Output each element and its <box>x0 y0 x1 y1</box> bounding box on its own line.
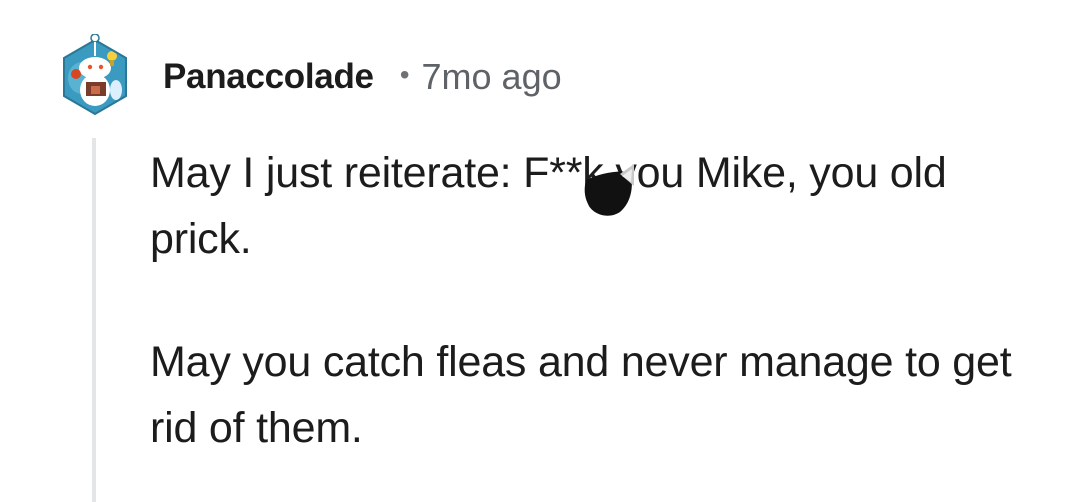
comment-paragraph: May you catch fleas and never manage to … <box>150 338 1012 452</box>
separator-dot: • <box>399 59 410 90</box>
username[interactable]: Panaccolade <box>163 57 374 97</box>
thread-line[interactable] <box>92 138 96 502</box>
comment: Panaccolade • 7mo ago May I just reitera… <box>0 0 1079 502</box>
comment-meta: Panaccolade • 7mo ago <box>163 52 562 102</box>
snoo-avatar-icon[interactable] <box>58 33 132 118</box>
timestamp: 7mo ago <box>421 56 562 97</box>
redaction-mark-icon <box>580 160 636 220</box>
